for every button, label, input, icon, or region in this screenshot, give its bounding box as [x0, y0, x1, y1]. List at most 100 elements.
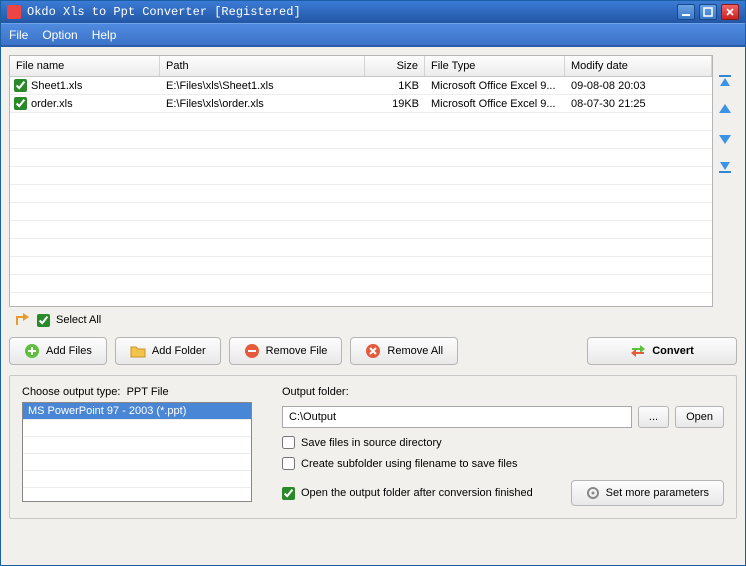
remove-all-button[interactable]: Remove All	[350, 337, 458, 365]
select-all-checkbox[interactable]	[37, 314, 50, 327]
minimize-icon	[681, 7, 691, 17]
button-row: Add Files Add Folder Remove File Remove …	[9, 337, 737, 365]
row-checkbox[interactable]	[14, 79, 27, 92]
col-path[interactable]: Path	[160, 56, 365, 76]
cell-name: Sheet1.xls	[31, 80, 82, 92]
minimize-button[interactable]	[677, 4, 695, 20]
cell-path: E:\Files\xls\Sheet1.xls	[160, 80, 365, 92]
row-checkbox[interactable]	[14, 97, 27, 110]
set-more-parameters-label: Set more parameters	[606, 487, 709, 499]
convert-label: Convert	[652, 345, 694, 357]
cell-date: 09-08-08 20:03	[565, 80, 712, 92]
table-row	[10, 167, 712, 185]
table-row	[10, 221, 712, 239]
remove-file-label: Remove File	[266, 345, 328, 357]
list-item	[23, 437, 251, 454]
move-up-button[interactable]	[716, 101, 734, 119]
file-grid: File name Path Size File Type Modify dat…	[9, 55, 713, 307]
table-row	[10, 131, 712, 149]
titlebar: Okdo Xls to Ppt Converter [Registered]	[1, 1, 745, 23]
gear-icon	[586, 486, 600, 500]
opt-subfolder[interactable]: Create subfolder using filename to save …	[282, 457, 724, 470]
reorder-arrows	[713, 55, 737, 307]
opt-open-after-label: Open the output folder after conversion …	[301, 487, 533, 499]
move-bottom-button[interactable]	[716, 157, 734, 175]
app-icon	[7, 5, 21, 19]
cell-name: order.xls	[31, 98, 73, 110]
cell-date: 08-07-30 21:25	[565, 98, 712, 110]
output-folder-row: ... Open	[282, 406, 724, 428]
folder-icon	[130, 343, 146, 359]
output-folder-input[interactable]	[282, 406, 632, 428]
cell-size: 19KB	[365, 98, 425, 110]
type-option-ppt[interactable]: MS PowerPoint 97 - 2003 (*.ppt)	[23, 403, 251, 420]
grid-body: Sheet1.xls E:\Files\xls\Sheet1.xls1KBMicr…	[10, 77, 712, 311]
add-folder-label: Add Folder	[152, 345, 206, 357]
return-icon	[15, 313, 31, 327]
table-row	[10, 113, 712, 131]
convert-button[interactable]: Convert	[587, 337, 737, 365]
maximize-icon	[703, 7, 713, 17]
move-top-button[interactable]	[716, 73, 734, 91]
convert-icon	[630, 343, 646, 359]
col-filename[interactable]: File name	[10, 56, 160, 76]
opt-subfolder-label: Create subfolder using filename to save …	[301, 458, 517, 470]
opt-open-after[interactable]: Open the output folder after conversion …	[282, 487, 557, 500]
output-settings-col: Output folder: ... Open Save files in so…	[282, 386, 724, 506]
table-row	[10, 149, 712, 167]
list-item	[23, 471, 251, 488]
add-folder-button[interactable]: Add Folder	[115, 337, 221, 365]
opt-subfolder-checkbox[interactable]	[282, 457, 295, 470]
add-files-label: Add Files	[46, 345, 92, 357]
window-title: Okdo Xls to Ppt Converter [Registered]	[27, 5, 673, 19]
minus-icon	[244, 343, 260, 359]
maximize-button[interactable]	[699, 4, 717, 20]
select-all-label: Select All	[56, 314, 101, 326]
cell-size: 1KB	[365, 80, 425, 92]
list-item	[23, 454, 251, 471]
x-icon	[365, 343, 381, 359]
add-files-button[interactable]: Add Files	[9, 337, 107, 365]
set-more-parameters-button[interactable]: Set more parameters	[571, 480, 724, 506]
choose-type-label: Choose output type: PPT File	[22, 386, 252, 398]
menu-option[interactable]: Option	[42, 28, 77, 42]
close-button[interactable]	[721, 4, 739, 20]
opt-open-after-checkbox[interactable]	[282, 487, 295, 500]
table-row	[10, 203, 712, 221]
table-row	[10, 275, 712, 293]
menu-file[interactable]: File	[9, 28, 28, 42]
col-size[interactable]: Size	[365, 56, 425, 76]
menubar: File Option Help	[1, 23, 745, 45]
move-down-button[interactable]	[716, 129, 734, 147]
choose-type-text: Choose output type:	[22, 386, 120, 398]
plus-icon	[24, 343, 40, 359]
menu-help[interactable]: Help	[92, 28, 117, 42]
cell-type: Microsoft Office Excel 9...	[425, 80, 565, 92]
open-folder-button[interactable]: Open	[675, 406, 724, 428]
table-row	[10, 239, 712, 257]
table-row[interactable]: order.xls E:\Files\xls\order.xls19KBMicro…	[10, 95, 712, 113]
remove-all-label: Remove All	[387, 345, 443, 357]
opt-save-source-label: Save files in source directory	[301, 437, 442, 449]
close-icon	[725, 7, 735, 17]
output-folder-label: Output folder:	[282, 386, 724, 398]
col-date[interactable]: Modify date	[565, 56, 712, 76]
table-row[interactable]: Sheet1.xls E:\Files\xls\Sheet1.xls1KBMicr…	[10, 77, 712, 95]
bottom-panel: Choose output type: PPT File MS PowerPoi…	[9, 375, 737, 519]
cell-type: Microsoft Office Excel 9...	[425, 98, 565, 110]
grid-header: File name Path Size File Type Modify dat…	[10, 56, 712, 77]
output-type-list[interactable]: MS PowerPoint 97 - 2003 (*.ppt)	[22, 402, 252, 502]
remove-file-button[interactable]: Remove File	[229, 337, 343, 365]
table-row	[10, 185, 712, 203]
cell-path: E:\Files\xls\order.xls	[160, 98, 365, 110]
output-type-col: Choose output type: PPT File MS PowerPoi…	[22, 386, 252, 506]
content-area: File name Path Size File Type Modify dat…	[1, 45, 745, 565]
table-row	[10, 257, 712, 275]
opt-save-source[interactable]: Save files in source directory	[282, 436, 724, 449]
app-window: Okdo Xls to Ppt Converter [Registered] F…	[0, 0, 746, 566]
choose-type-value: PPT File	[127, 386, 169, 398]
list-item	[23, 420, 251, 437]
browse-button[interactable]: ...	[638, 406, 669, 428]
opt-save-source-checkbox[interactable]	[282, 436, 295, 449]
col-filetype[interactable]: File Type	[425, 56, 565, 76]
